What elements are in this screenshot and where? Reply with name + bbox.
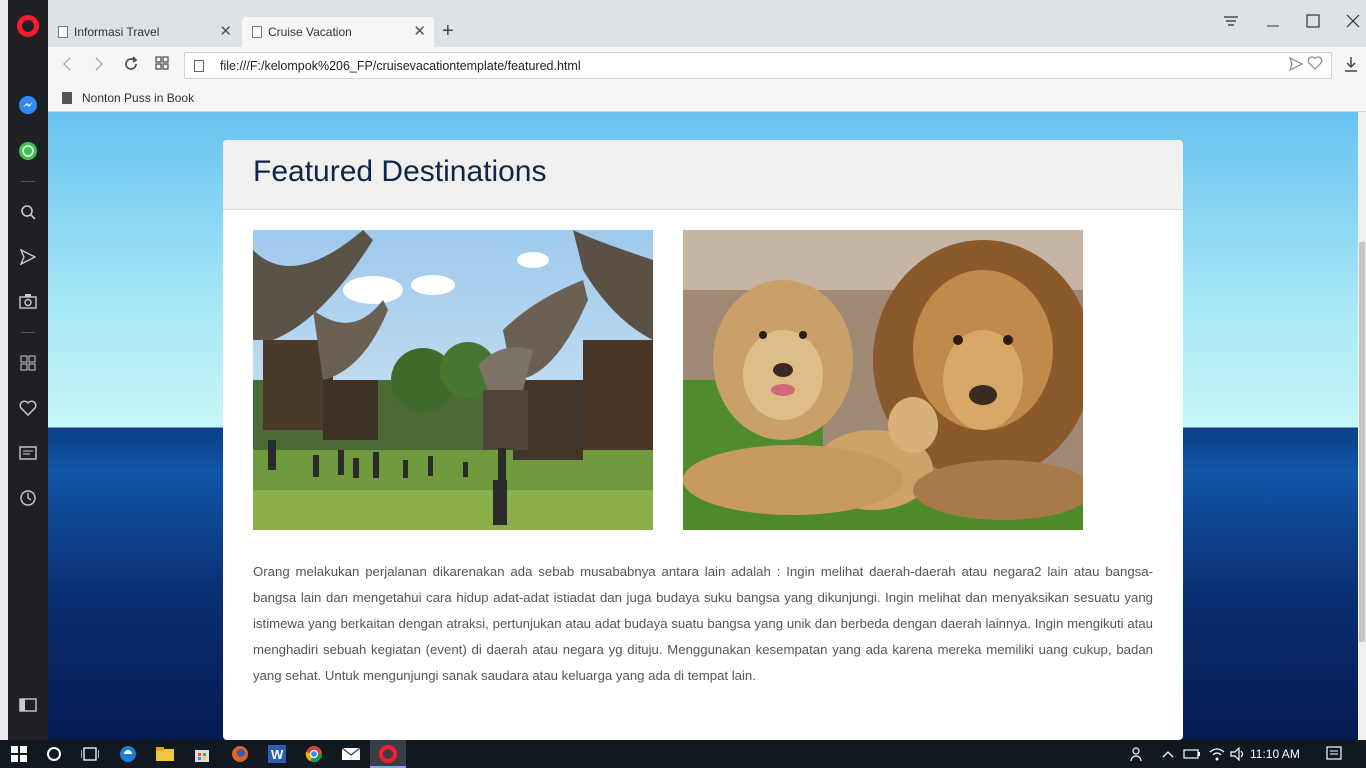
- url-text[interactable]: file:///F:/kelompok%206_FP/cruisevacatio…: [220, 59, 581, 73]
- heart-icon[interactable]: [18, 398, 38, 418]
- sidebar-divider: [21, 181, 35, 182]
- download-icon[interactable]: [1344, 56, 1358, 76]
- opera-logo-icon[interactable]: [17, 15, 39, 37]
- sidebar-divider: [21, 332, 35, 333]
- send-page-icon[interactable]: [1288, 56, 1304, 74]
- tab-informasi-travel[interactable]: Informasi Travel ✕: [48, 17, 240, 47]
- minimize-button[interactable]: [1266, 14, 1280, 33]
- bookmark-item[interactable]: Nonton Puss in Book: [62, 91, 194, 105]
- opera-taskbar-icon[interactable]: [377, 744, 399, 764]
- tab-menu-icon[interactable]: [1224, 14, 1238, 32]
- svg-text:W: W: [271, 747, 284, 762]
- edge-icon[interactable]: [117, 744, 139, 764]
- sidebar-toggle-icon[interactable]: [18, 695, 38, 715]
- forward-button[interactable]: [94, 56, 104, 77]
- page-icon: [252, 26, 262, 38]
- scrollbar-thumb[interactable]: [1359, 242, 1365, 642]
- lions-photo: [683, 230, 1083, 530]
- taskbar-clock[interactable]: 11:10 AM: [1250, 747, 1300, 761]
- page-icon: [62, 92, 72, 104]
- bookmarks-bar: Nonton Puss in Book: [48, 85, 1366, 112]
- firefox-icon[interactable]: [229, 744, 251, 764]
- card-header: Featured Destinations: [223, 140, 1183, 210]
- reload-button[interactable]: [123, 56, 139, 77]
- close-tab-icon[interactable]: ✕: [219, 24, 232, 39]
- tab-label: Informasi Travel: [74, 25, 160, 39]
- close-window-button[interactable]: [1346, 14, 1360, 33]
- windows-start-icon[interactable]: [8, 744, 30, 764]
- featured-card: Featured Destinations Orang melakukan pe…: [223, 140, 1183, 740]
- chevron-up-icon[interactable]: [1157, 744, 1179, 764]
- page-info-icon[interactable]: [194, 60, 204, 72]
- whatsapp-icon[interactable]: [18, 141, 38, 161]
- speed-dial-icon[interactable]: [155, 56, 169, 75]
- grid-icon[interactable]: [18, 353, 38, 373]
- bookmark-label: Nonton Puss in Book: [82, 91, 195, 105]
- file-explorer-icon[interactable]: [154, 744, 176, 764]
- camera-icon[interactable]: [18, 291, 38, 311]
- close-tab-icon[interactable]: ✕: [413, 24, 426, 39]
- tab-label: Cruise Vacation: [268, 25, 352, 39]
- tab-cruise-vacation[interactable]: Cruise Vacation ✕: [242, 17, 434, 47]
- back-button[interactable]: [62, 56, 72, 77]
- volume-icon[interactable]: [1227, 744, 1249, 764]
- battery-icon[interactable]: [1181, 744, 1203, 764]
- opera-sidebar: [8, 0, 48, 740]
- bookmark-heart-icon[interactable]: [1307, 56, 1323, 74]
- address-bar[interactable]: file:///F:/kelompok%206_FP/cruisevacatio…: [184, 52, 1332, 79]
- messenger-icon[interactable]: [18, 95, 38, 115]
- windows-taskbar: W 11:10 AM: [0, 740, 1366, 768]
- task-view-icon[interactable]: [79, 744, 101, 764]
- news-icon[interactable]: [18, 443, 38, 463]
- tab-strip: Informasi Travel ✕ Cruise Vacation ✕ +: [48, 0, 1366, 47]
- send-icon[interactable]: [18, 247, 38, 267]
- action-center-icon[interactable]: [1323, 744, 1345, 764]
- history-icon[interactable]: [18, 488, 38, 508]
- people-icon[interactable]: [1127, 744, 1149, 764]
- chrome-icon[interactable]: [303, 744, 325, 764]
- maximize-button[interactable]: [1306, 14, 1320, 33]
- search-icon[interactable]: [18, 202, 38, 222]
- navigation-bar: file:///F:/kelompok%206_FP/cruisevacatio…: [48, 47, 1366, 85]
- word-icon[interactable]: W: [266, 744, 288, 764]
- toraja-village-photo: [253, 230, 653, 530]
- page-icon: [58, 26, 68, 38]
- store-icon[interactable]: [191, 744, 213, 764]
- desktop-edge: [0, 0, 8, 740]
- mail-icon[interactable]: [340, 744, 362, 764]
- new-tab-button[interactable]: +: [442, 20, 454, 43]
- description-text: Orang melakukan perjalanan dikarenakan a…: [253, 564, 1153, 683]
- page-title: Featured Destinations: [253, 155, 547, 188]
- web-page-viewport: Featured Destinations Orang melakukan pe…: [48, 112, 1358, 740]
- wifi-icon[interactable]: [1206, 744, 1228, 764]
- cortana-icon[interactable]: [43, 744, 65, 764]
